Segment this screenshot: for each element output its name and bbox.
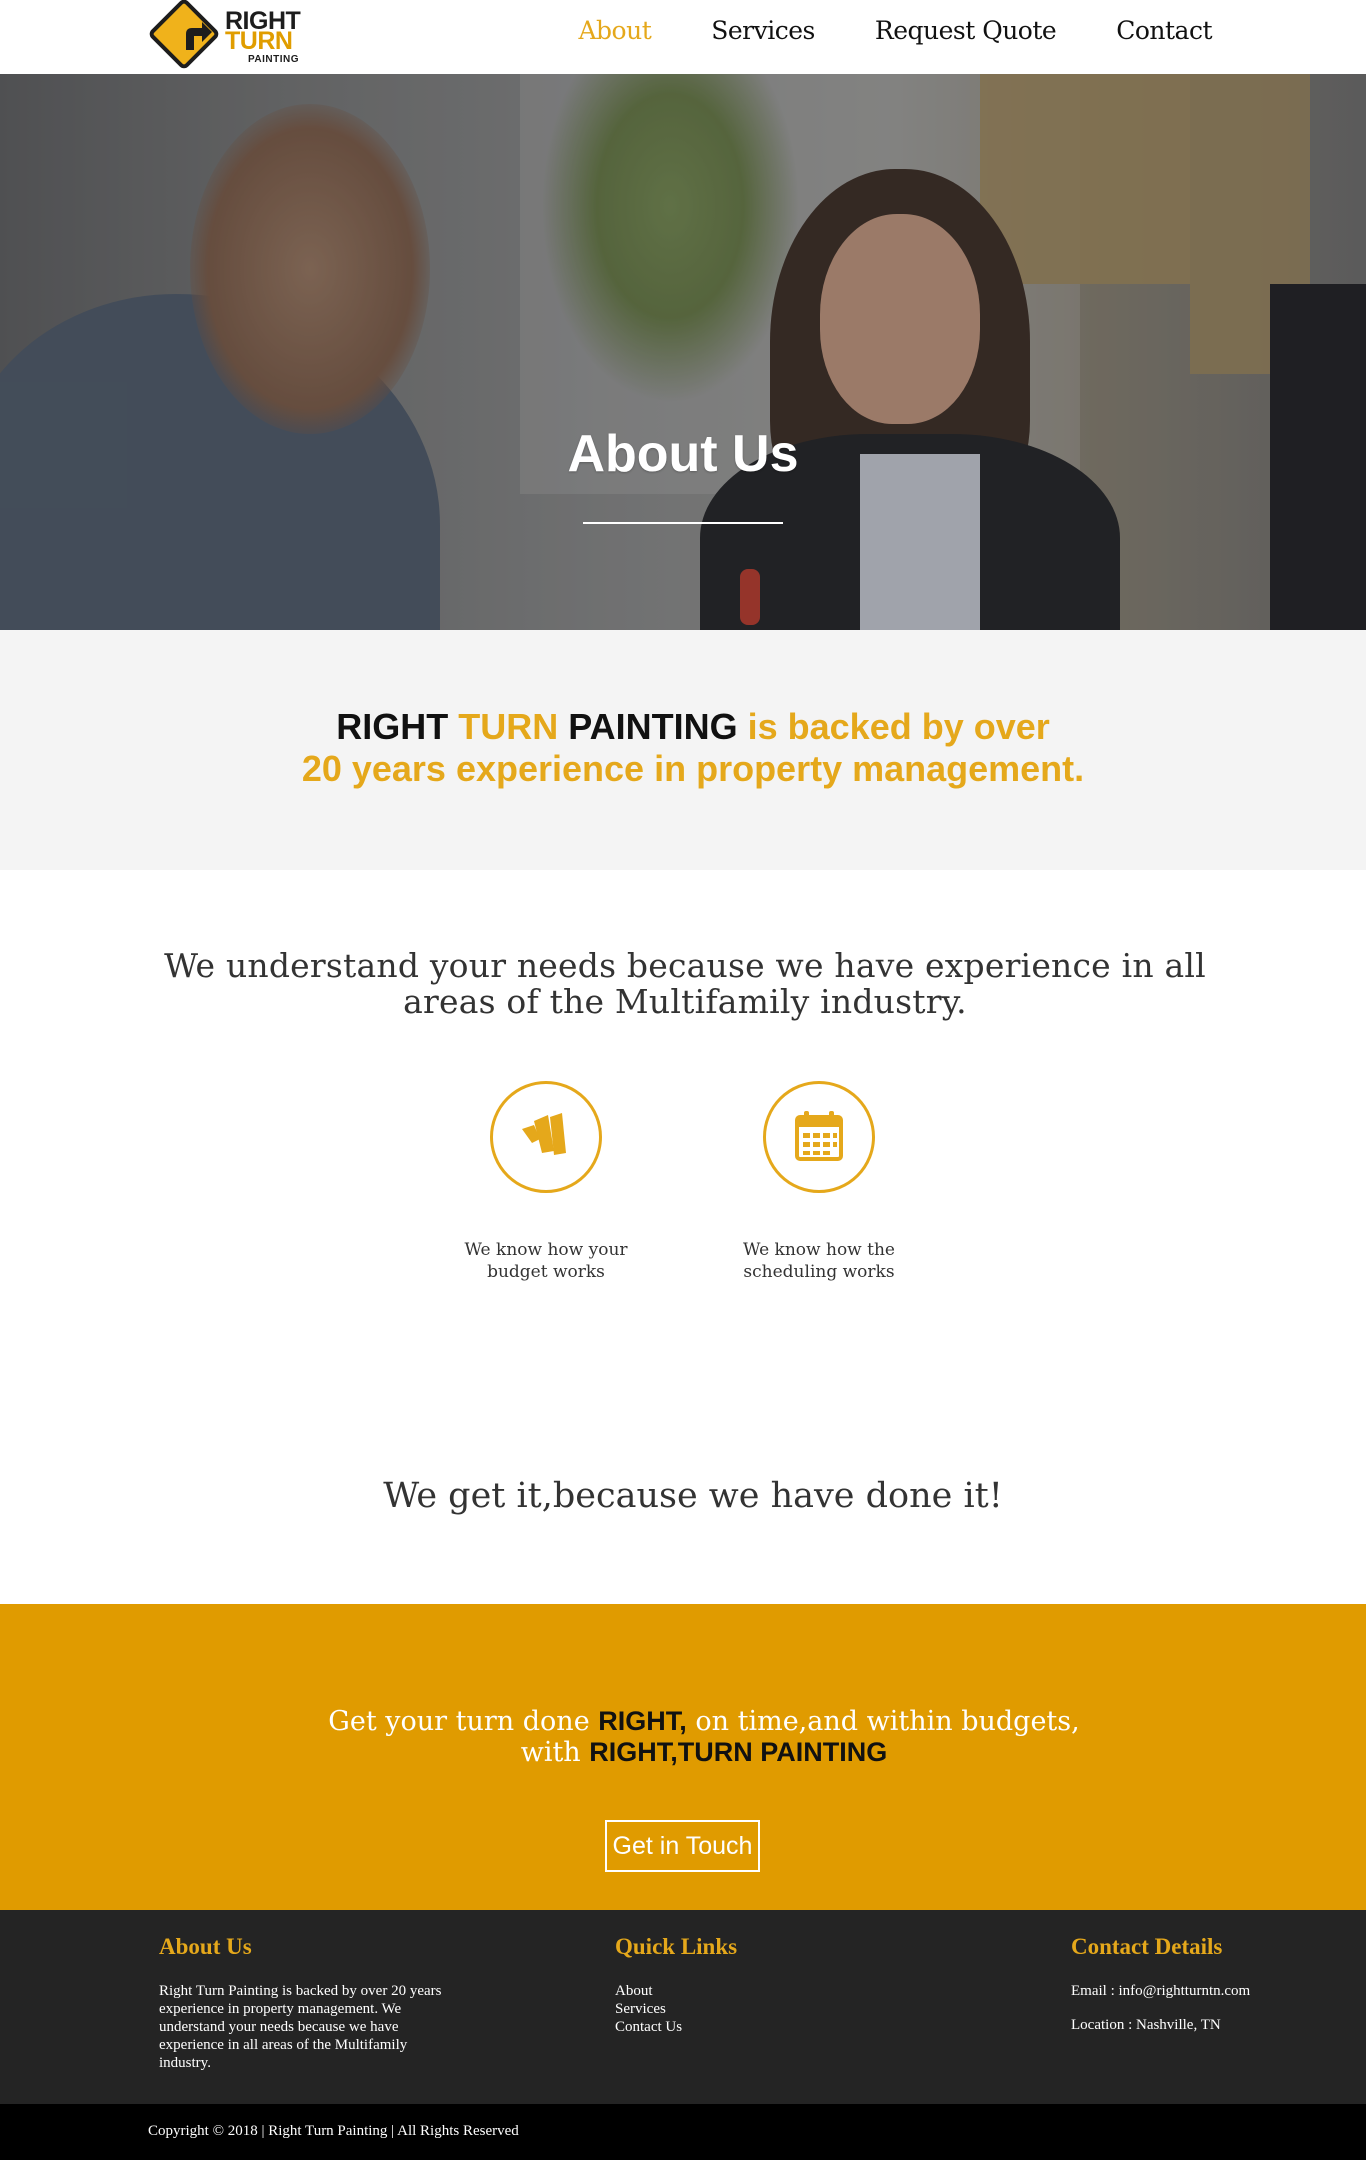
footer-contact-heading: Contact Details: [1071, 1934, 1223, 1959]
footer-quick-links-heading: Quick Links: [615, 1934, 738, 1959]
footer-quick-links-column: Quick Links About Services Contact Us: [615, 1934, 737, 2036]
cta-strong-brand: RIGHT,TURN PAINTING: [589, 1737, 888, 1767]
copyright-text: Copyright © 2018 | Right Turn Painting |…: [148, 2123, 519, 2139]
nav-item-contact[interactable]: Contact: [1116, 16, 1212, 45]
experience-banner: RIGHT TURN PAINTING is backed by over 20…: [0, 630, 1366, 870]
budget-icon: [522, 1113, 566, 1155]
feature-label: We know how your budget works: [451, 1239, 641, 1283]
cta-message: Get your turn done RIGHT, on time,and wi…: [0, 1706, 1368, 1768]
cta-text-middle: on time,and within budgets,: [695, 1706, 1080, 1737]
cta-text-with: with: [520, 1737, 581, 1768]
understand-statement: We understand your needs because we have…: [164, 946, 1206, 1021]
footer-link-contact-us[interactable]: Contact Us: [615, 2018, 737, 2036]
page-title: About Us: [567, 425, 799, 483]
experience-word-right: RIGHT: [336, 706, 449, 747]
site-footer: About Us Right Turn Painting is backed b…: [0, 1910, 1366, 2104]
feature-label-line1: We know how your: [464, 1240, 628, 1260]
footer-about-heading: About Us: [159, 1934, 252, 1959]
nav-item-request-quote[interactable]: Request Quote: [875, 16, 1057, 45]
experience-word-painting: PAINTING: [568, 706, 738, 747]
experience-tagline-end: 20 years experience in property manageme…: [301, 748, 1085, 789]
feature-budget: We know how your budget works: [451, 1081, 641, 1283]
footer-contact-column: Contact Details Email : info@rightturntn…: [1071, 1934, 1250, 2050]
feature-scheduling: We know how the scheduling works: [724, 1081, 914, 1283]
turn-arrow-icon: [186, 22, 212, 50]
experience-statement: RIGHT TURN PAINTING is backed by over 20…: [0, 706, 1368, 790]
footer-link-services[interactable]: Services: [615, 2000, 737, 2018]
nav-item-about[interactable]: About: [578, 16, 651, 45]
call-to-action-section: Get your turn done RIGHT, on time,and wi…: [0, 1604, 1366, 1910]
top-navigation: RIGHT TURN PAINTING About Services Reque…: [0, 0, 1366, 74]
hero-banner: About Us: [0, 74, 1366, 630]
cta-strong-right: RIGHT,: [598, 1706, 687, 1736]
hero-dark-overlay: [0, 74, 1366, 630]
feature-circle: [490, 1081, 602, 1193]
title-underline: [583, 522, 783, 524]
logo-word-painting: PAINTING: [248, 54, 300, 65]
footer-email[interactable]: Email : info@rightturntn.com: [1071, 1982, 1250, 2000]
feature-label-line2: budget works: [487, 1262, 605, 1282]
footer-link-about[interactable]: About: [615, 1982, 737, 2000]
experience-tagline-start: is backed by over: [747, 706, 1050, 747]
feature-label-line1: We know how the: [743, 1240, 895, 1260]
experience-word-turn: TURN: [458, 706, 559, 747]
footer-location: Location : Nashville, TN: [1071, 2017, 1221, 2033]
cta-text-start: Get your turn done: [328, 1706, 590, 1737]
nav-menu: About Services Request Quote Contact: [578, 16, 1212, 45]
feature-label: We know how the scheduling works: [724, 1239, 914, 1283]
logo-word-turn: TURN: [225, 27, 293, 55]
get-in-touch-button[interactable]: Get in Touch: [605, 1820, 760, 1872]
nav-item-services[interactable]: Services: [711, 16, 815, 45]
footer-about-text: Right Turn Painting is backed by over 20…: [159, 1983, 442, 2071]
feature-circle: [763, 1081, 875, 1193]
brand-logo[interactable]: RIGHT TURN PAINTING: [147, 0, 330, 72]
feature-label-line2: scheduling works: [743, 1262, 895, 1282]
footer-about-column: About Us Right Turn Painting is backed b…: [159, 1934, 459, 2072]
done-statement: We get it,because we have done it!: [383, 1476, 1003, 1516]
calendar-icon: [795, 1111, 843, 1161]
copyright-bar: Copyright © 2018 | Right Turn Painting |…: [0, 2104, 1366, 2160]
